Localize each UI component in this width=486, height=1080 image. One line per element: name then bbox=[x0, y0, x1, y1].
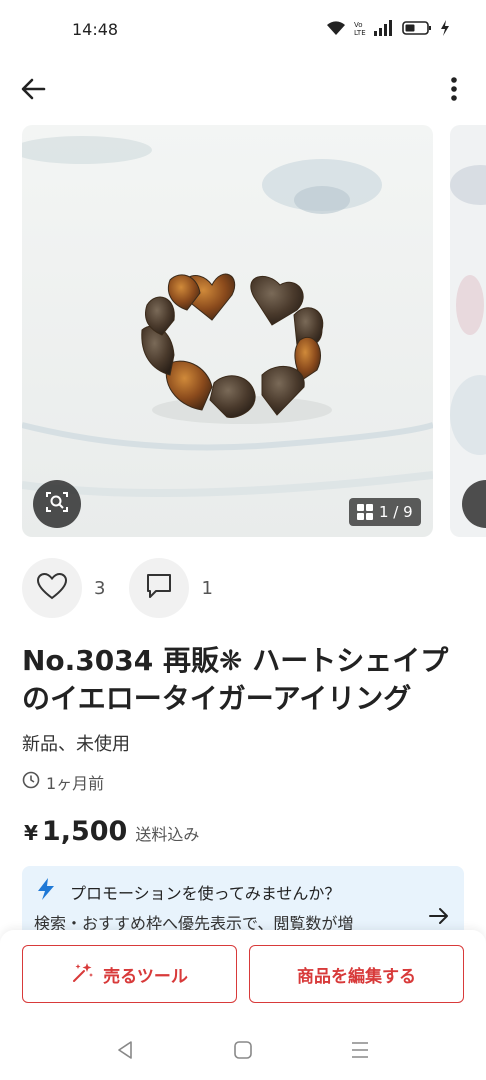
lightning-icon bbox=[36, 878, 56, 904]
item-condition: 新品、未使用 bbox=[22, 734, 130, 755]
price-value: 1,500 bbox=[41, 816, 128, 847]
promotion-title: プロモーションを使ってみませんか？ bbox=[70, 884, 341, 903]
back-button[interactable] bbox=[18, 74, 48, 104]
system-nav-bar bbox=[0, 1028, 486, 1072]
app-bar bbox=[0, 62, 486, 114]
like-button[interactable] bbox=[22, 558, 82, 618]
wifi-icon bbox=[326, 20, 346, 36]
svg-text:Vo: Vo bbox=[354, 21, 363, 29]
more-options-button[interactable] bbox=[442, 74, 466, 104]
promotion-banner[interactable]: プロモーションを使ってみませんか？ 検索・おすすめ枠へ優先表示で、閲覧数が増 bbox=[22, 866, 464, 938]
signal-icon bbox=[374, 20, 394, 36]
ring-photo-image bbox=[22, 125, 433, 537]
edit-item-label: 商品を編集する bbox=[297, 966, 416, 987]
photo-counter-text: 1 / 9 bbox=[379, 503, 413, 521]
product-photo[interactable]: 1 / 9 bbox=[22, 125, 433, 537]
grid-icon bbox=[357, 504, 373, 520]
battery-icon bbox=[402, 20, 432, 36]
clock-icon bbox=[22, 771, 40, 793]
edit-item-button[interactable]: 商品を編集する bbox=[249, 945, 464, 1003]
sell-tool-button[interactable]: 売るツール bbox=[22, 945, 237, 1003]
nav-home-icon[interactable] bbox=[234, 1041, 252, 1063]
lens-search-icon bbox=[45, 490, 69, 518]
price-currency: ¥ bbox=[24, 821, 38, 845]
volte-icon: Vo LTE bbox=[354, 20, 366, 36]
bottom-action-bar: 売るツール 商品を編集する bbox=[0, 930, 486, 1080]
sparkle-wand-icon bbox=[71, 961, 95, 988]
posted-time: 1ヶ月前 bbox=[22, 770, 104, 794]
next-product-photo[interactable] bbox=[450, 125, 486, 537]
more-vert-icon bbox=[442, 77, 466, 108]
item-detail-page: 14:48 Vo LTE 1 / 9 3 1 No.3034 再販❋ ハートシェ… bbox=[0, 0, 486, 1080]
posted-time-text: 1ヶ月前 bbox=[46, 774, 105, 793]
like-count: 3 bbox=[94, 577, 106, 599]
shipping-included: 送料込み bbox=[135, 825, 200, 844]
nav-back-icon[interactable] bbox=[116, 1040, 136, 1064]
sell-tool-label: 売るツール bbox=[103, 966, 188, 987]
status-time: 14:48 bbox=[72, 20, 119, 39]
image-search-button[interactable] bbox=[33, 480, 81, 528]
item-price: ¥ 1,500 送料込み bbox=[24, 816, 199, 847]
photo-gallery[interactable]: 1 / 9 bbox=[22, 125, 486, 537]
nav-recents-icon[interactable] bbox=[350, 1041, 370, 1063]
reaction-actions: 3 1 bbox=[22, 558, 237, 618]
status-bar: 14:48 Vo LTE bbox=[0, 0, 486, 62]
comment-button[interactable] bbox=[129, 558, 190, 618]
status-icons: Vo LTE bbox=[326, 20, 450, 36]
arrow-right-icon bbox=[428, 906, 450, 930]
next-photo-image bbox=[450, 125, 486, 537]
item-title: No.3034 再販❋ ハートシェイプのイエロータイガーアイリング bbox=[22, 644, 449, 715]
photo-counter[interactable]: 1 / 9 bbox=[349, 498, 421, 526]
comment-icon bbox=[145, 572, 173, 604]
heart-icon bbox=[36, 572, 68, 604]
svg-text:LTE: LTE bbox=[354, 29, 366, 36]
back-arrow-icon bbox=[18, 78, 48, 108]
comment-count: 1 bbox=[201, 577, 213, 599]
charging-icon bbox=[440, 20, 450, 36]
